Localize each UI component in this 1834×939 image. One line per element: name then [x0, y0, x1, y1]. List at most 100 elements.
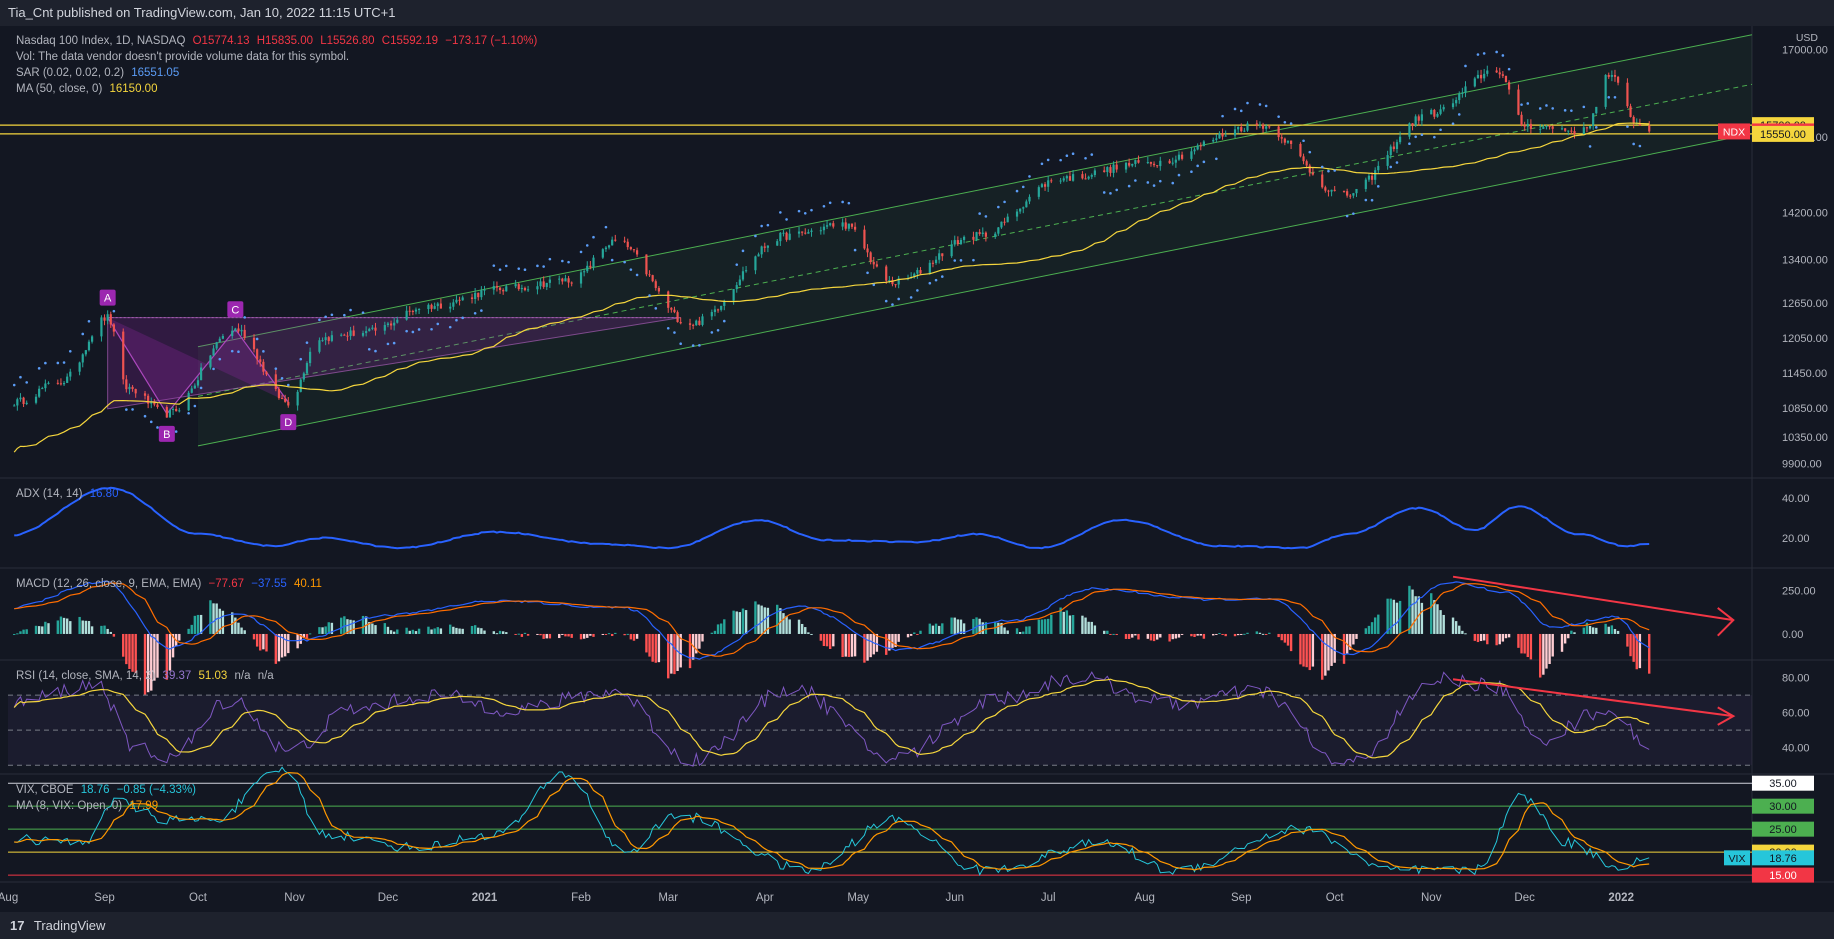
candle-body	[252, 337, 256, 350]
candle-body	[1573, 131, 1576, 135]
candle-body	[517, 284, 520, 290]
macd-histogram-bar	[635, 633, 639, 639]
candle-body	[1246, 123, 1249, 131]
macd-histogram-bar	[505, 632, 508, 634]
candle-body	[1168, 160, 1171, 164]
candle-body	[1364, 179, 1367, 189]
candle-body	[199, 367, 203, 381]
macd-histogram-bar	[614, 632, 617, 634]
macd-histogram-bar	[1367, 625, 1371, 634]
candle-body	[1613, 74, 1617, 77]
macd-histogram-bar	[1377, 614, 1380, 634]
sar-dot	[1289, 122, 1293, 125]
macd-histogram-bar	[916, 633, 919, 635]
ma-label: MA (50, close, 0)	[16, 83, 103, 95]
candle-body	[757, 254, 760, 257]
sar-dot	[430, 327, 433, 331]
vix-axis-tick: 25.00	[1769, 824, 1797, 836]
candle-body	[1408, 123, 1411, 137]
sar-dot	[112, 309, 116, 313]
macd-histogram-bar	[1542, 633, 1545, 675]
candle-body	[801, 231, 804, 233]
macd-histogram-bar	[1221, 633, 1224, 635]
candle-body	[1604, 74, 1607, 107]
sar-dot	[953, 259, 957, 262]
candle-body	[1152, 163, 1156, 166]
sar-dot	[230, 349, 234, 353]
candle-body	[427, 304, 430, 310]
sar-dot	[262, 350, 265, 353]
macd-histogram-bar	[1526, 633, 1529, 658]
macd-histogram-bar	[744, 610, 748, 634]
sar-dot	[716, 328, 720, 332]
candle-body	[368, 328, 371, 332]
macd-histogram-bar	[738, 612, 742, 634]
sar-dot	[810, 208, 813, 212]
candle-body	[187, 392, 190, 411]
macd-histogram-bar	[1090, 621, 1093, 634]
candle-body	[470, 297, 474, 300]
candle-body	[178, 410, 181, 412]
footer-bar: 17 TradingView	[0, 912, 1834, 939]
sar-dot	[623, 260, 626, 264]
macd-histogram-bar	[701, 633, 704, 642]
sar-dot	[760, 224, 763, 228]
sar-dot	[143, 414, 147, 418]
macd-histogram-bar	[1464, 633, 1467, 635]
candle-body	[256, 349, 259, 360]
sar-dot	[1308, 150, 1312, 154]
sar-dot	[361, 311, 365, 314]
macd-histogram-bar	[1174, 633, 1178, 639]
macd-histogram-bar	[972, 618, 975, 634]
candle-body	[1019, 208, 1022, 212]
candle-body	[1592, 113, 1595, 126]
low-value: L15526.80	[320, 35, 375, 47]
candle-body	[84, 350, 87, 355]
sar-dot	[1626, 125, 1629, 128]
candle-body	[352, 330, 355, 336]
macd-histogram-bar	[1212, 633, 1215, 636]
macd-histogram-bar	[1355, 633, 1358, 639]
macd-histogram-bar	[797, 619, 801, 634]
candle-body	[1327, 190, 1330, 192]
candle-body	[455, 299, 458, 303]
candle-body	[1374, 170, 1377, 180]
sar-dot	[884, 299, 888, 303]
candle-body	[1455, 100, 1458, 104]
candle-body	[959, 239, 963, 245]
candle-body	[212, 348, 215, 356]
candle-body	[237, 328, 240, 332]
sar-dot	[1457, 113, 1461, 116]
macd-histogram-bar	[688, 633, 692, 669]
candle-body	[841, 222, 844, 227]
candle-body	[844, 222, 847, 229]
macd-histogram-bar	[919, 630, 922, 634]
macd-histogram-bar	[673, 633, 676, 675]
sar-dot	[1501, 54, 1505, 57]
macd-histogram-bar	[937, 625, 941, 634]
macd-histogram-bar	[343, 616, 346, 634]
macd-histogram-bar	[1193, 633, 1196, 637]
macd-histogram-bar	[710, 632, 714, 634]
macd-histogram-bar	[931, 625, 935, 634]
time-axis-label: Jul	[1041, 892, 1056, 904]
macd-histogram-bar	[411, 629, 415, 634]
candle-body	[763, 246, 766, 248]
candle-body	[430, 304, 433, 309]
candle-body	[414, 309, 418, 312]
candle-body	[1548, 125, 1551, 127]
candle-body	[308, 351, 312, 364]
time-axis-label: Aug	[1134, 892, 1154, 904]
candle-body	[287, 401, 290, 406]
macd-histogram-bar	[243, 630, 246, 634]
chart-canvas[interactable]: 17000.0015500.0014200.0013400.0012650.00…	[0, 26, 1834, 912]
macd-histogram-bar	[495, 633, 499, 635]
macd-histogram-bar	[648, 633, 651, 657]
candle-body	[1458, 94, 1461, 101]
macd-histogram-bar	[103, 625, 106, 634]
candle-body	[1084, 178, 1087, 180]
candle-body	[953, 240, 956, 245]
candle-body	[1451, 103, 1455, 108]
macd-histogram-bar	[607, 633, 611, 635]
macd-histogram-bar	[542, 633, 545, 639]
